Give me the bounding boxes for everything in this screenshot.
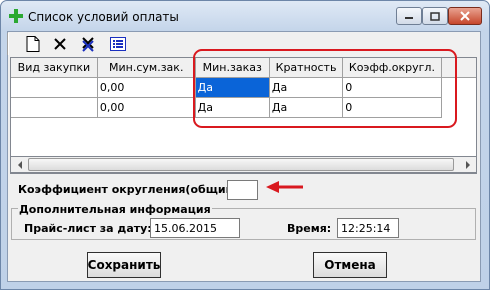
scroll-thumb[interactable] (28, 158, 454, 171)
scroll-left-icon (17, 160, 22, 169)
scroll-right-button[interactable] (459, 157, 476, 172)
delete-all-button[interactable] (78, 34, 98, 54)
new-record-button[interactable] (23, 34, 43, 54)
annotation-highlight (193, 49, 457, 128)
delete-button[interactable] (50, 34, 70, 54)
annotation-arrow-icon (266, 181, 303, 193)
grid-cell[interactable]: 0,00 (97, 77, 196, 98)
cancel-button[interactable]: Отмена (313, 252, 387, 278)
minimize-button[interactable] (396, 7, 422, 25)
grid-cell[interactable]: 0,00 (97, 97, 196, 118)
minimize-icon (405, 17, 413, 19)
horizontal-scrollbar[interactable] (10, 156, 477, 173)
rounding-label: Коэффициент округления(общий): (18, 183, 243, 196)
column-header[interactable]: Мин.сум.зак. (97, 58, 196, 78)
list-icon (110, 37, 126, 51)
toolbar-grip (7, 33, 9, 55)
close-button[interactable] (448, 7, 482, 25)
grid-cell[interactable] (11, 97, 98, 118)
rounding-input[interactable] (227, 180, 258, 200)
additional-info-title: Дополнительная информация (18, 203, 212, 216)
grid-cell[interactable] (11, 77, 98, 98)
price-date-field[interactable] (150, 218, 240, 238)
new-icon (26, 36, 40, 52)
title-bar: Список условий оплаты (1, 1, 489, 33)
scroll-left-button[interactable] (11, 157, 28, 172)
delete-all-icon (82, 37, 94, 52)
list-button[interactable] (108, 34, 128, 54)
scroll-right-icon (465, 160, 470, 169)
save-button[interactable]: Сохранить (87, 252, 161, 278)
time-label: Время: (287, 222, 332, 235)
app-plus-icon (9, 9, 23, 23)
maximize-button[interactable] (422, 7, 448, 25)
time-field[interactable] (337, 218, 399, 238)
delete-icon (54, 38, 66, 50)
maximize-icon (430, 11, 440, 21)
window-title: Список условий оплаты (28, 10, 179, 24)
price-date-label: Прайс-лист за дату: (24, 222, 152, 235)
column-header[interactable]: Вид закупки (11, 58, 98, 78)
close-icon (460, 11, 470, 21)
